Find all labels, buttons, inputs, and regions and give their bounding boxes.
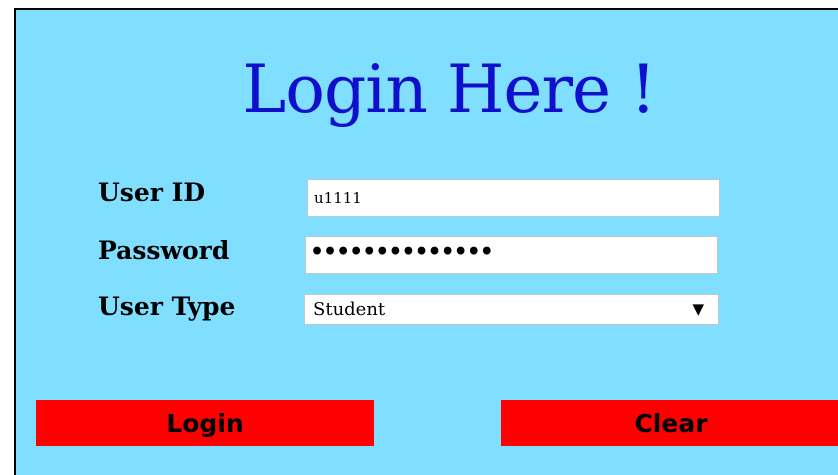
login-button[interactable]: Login (36, 400, 374, 446)
login-panel: Login Here ! User ID u1111 Password ••••… (14, 8, 838, 475)
clear-button[interactable]: Clear (501, 400, 838, 446)
user-id-label: User ID (98, 178, 206, 207)
password-input[interactable]: •••••••••••••• (305, 236, 718, 274)
user-type-label: User Type (98, 292, 236, 321)
dropdown-arrow-icon: ▼ (692, 300, 704, 318)
page-title: Login Here ! (242, 51, 656, 128)
user-id-input[interactable]: u1111 (307, 179, 720, 217)
password-label: Password (98, 236, 230, 265)
user-type-selected-value: Student (313, 299, 386, 320)
user-type-select[interactable]: Student ▼ (304, 294, 719, 325)
